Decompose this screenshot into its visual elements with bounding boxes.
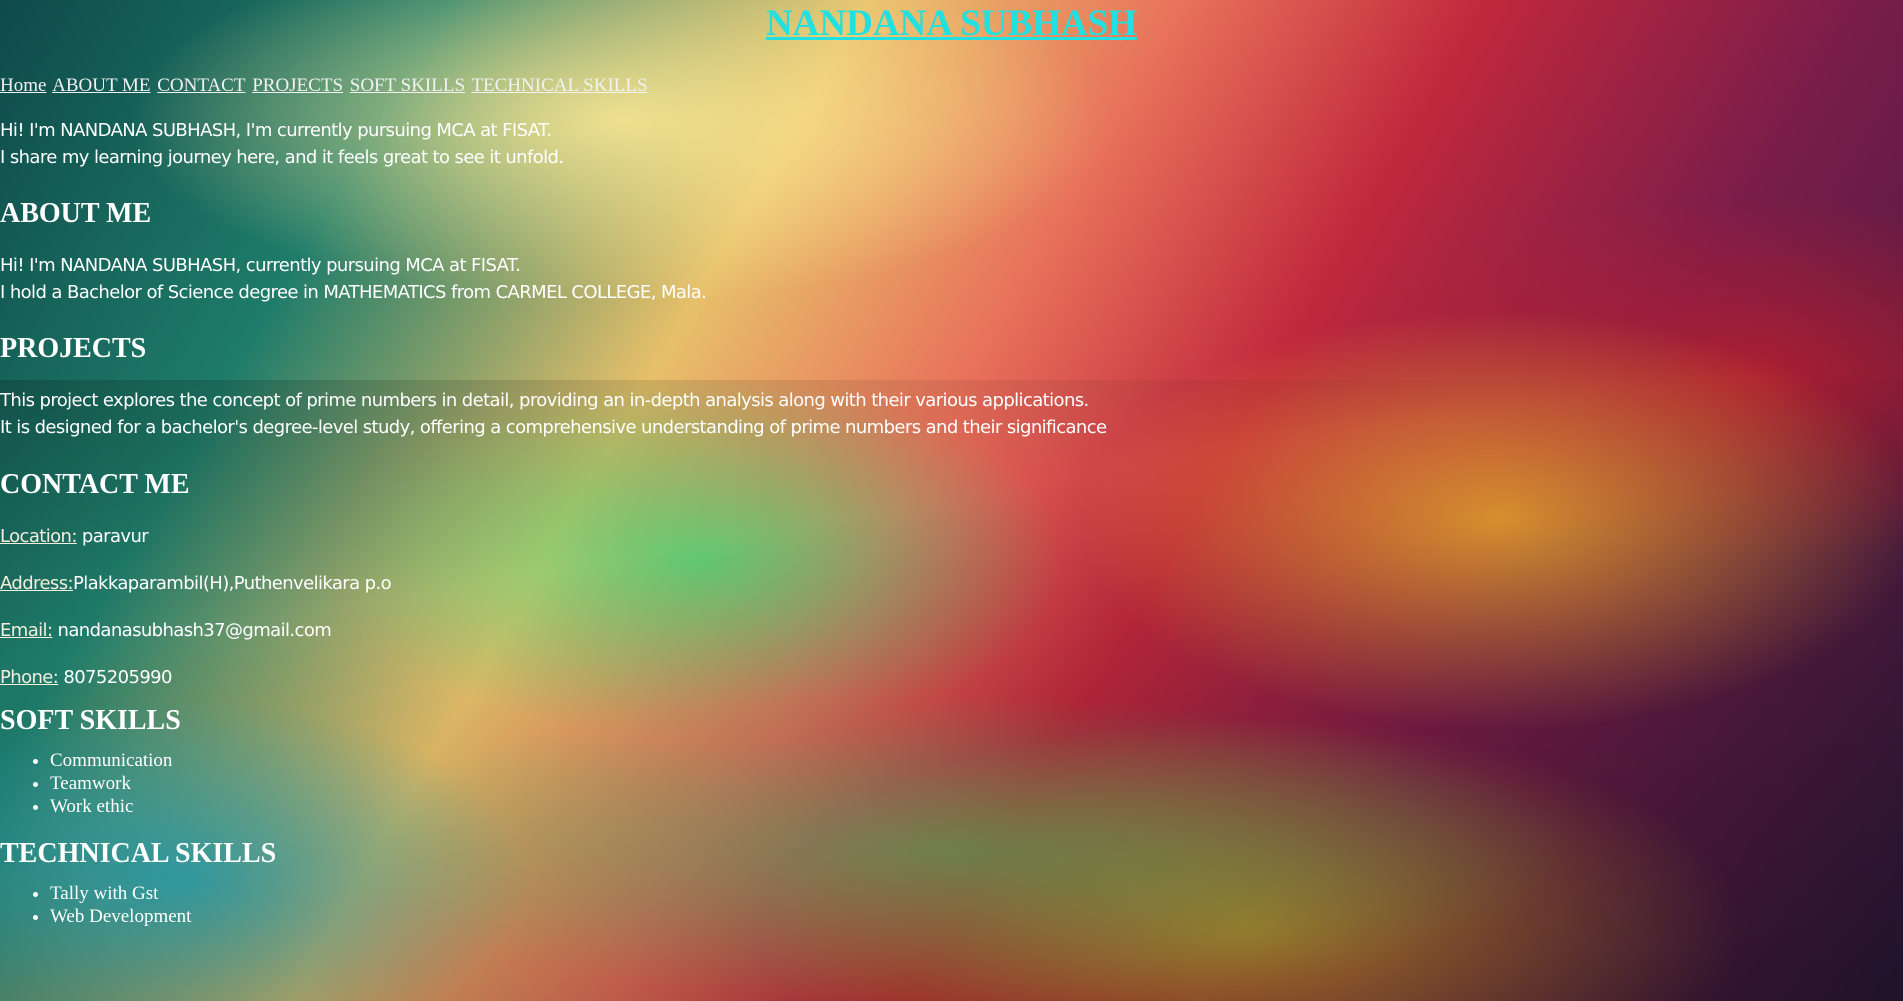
nav-home[interactable]: Home [0,75,46,96]
contact-heading: CONTACT ME [0,469,190,500]
list-item: Work ethic [50,795,1903,818]
phone-label: Phone: [0,667,59,688]
nav-technical-skills[interactable]: TECHNICAL SKILLS [471,75,647,96]
intro-text: Hi! I'm NANDANA SUBHASH, I'm currently p… [0,117,1903,171]
intro-line-2: I share my learning journey here, and it… [0,147,564,168]
email-label: Email: [0,620,53,641]
page-content: NANDANA SUBHASH Home ABOUT ME CONTACT PR… [0,0,1903,928]
about-line-1: Hi! I'm NANDANA SUBHASH, currently pursu… [0,255,521,276]
location-label: Location: [0,526,77,547]
nav-contact[interactable]: CONTACT [157,75,245,96]
list-item: Teamwork [50,772,1903,795]
phone-value: 8075205990 [58,667,172,688]
about-heading: ABOUT ME [0,198,152,229]
nav-soft-skills[interactable]: SOFT SKILLS [350,75,465,96]
soft-skills-list: Communication Teamwork Work ethic [0,749,1903,818]
email-value: nandanasubhash37@gmail.com [52,620,332,641]
list-item: Communication [50,749,1903,772]
projects-heading: PROJECTS [0,333,147,364]
list-item: Web Development [50,905,1903,928]
contact-email: Email: nandanasubhash37@gmail.com [0,617,1903,644]
contact-phone: Phone: 8075205990 [0,664,1903,691]
about-line-2: I hold a Bachelor of Science degree in M… [0,282,707,303]
technical-skills-list: Tally with Gst Web Development [0,882,1903,928]
nav-about-me[interactable]: ABOUT ME [52,75,150,96]
projects-line-2: It is designed for a bachelor's degree-l… [0,417,1107,438]
nav-projects[interactable]: PROJECTS [252,75,343,96]
address-label: Address: [0,573,74,594]
top-nav: Home ABOUT ME CONTACT PROJECTS SOFT SKIL… [0,74,1903,98]
projects-text: This project explores the concept of pri… [0,387,1903,441]
list-item: Tally with Gst [50,882,1903,905]
location-value: paravur [76,526,149,547]
intro-line-1: Hi! I'm NANDANA SUBHASH, I'm currently p… [0,120,552,141]
about-text: Hi! I'm NANDANA SUBHASH, currently pursu… [0,252,1903,306]
contact-address: Address:Plakkaparambil(H),Puthenvelikara… [0,570,1903,597]
technical-skills-heading: TECHNICAL SKILLS [0,838,277,869]
contact-location: Location: paravur [0,523,1903,550]
projects-line-1: This project explores the concept of pri… [0,390,1089,411]
address-value: Plakkaparambil(H),Puthenvelikara p.o [72,573,392,594]
soft-skills-heading: SOFT SKILLS [0,705,181,736]
page-title: NANDANA SUBHASH [0,0,1903,46]
title-link[interactable]: NANDANA SUBHASH [766,3,1137,44]
